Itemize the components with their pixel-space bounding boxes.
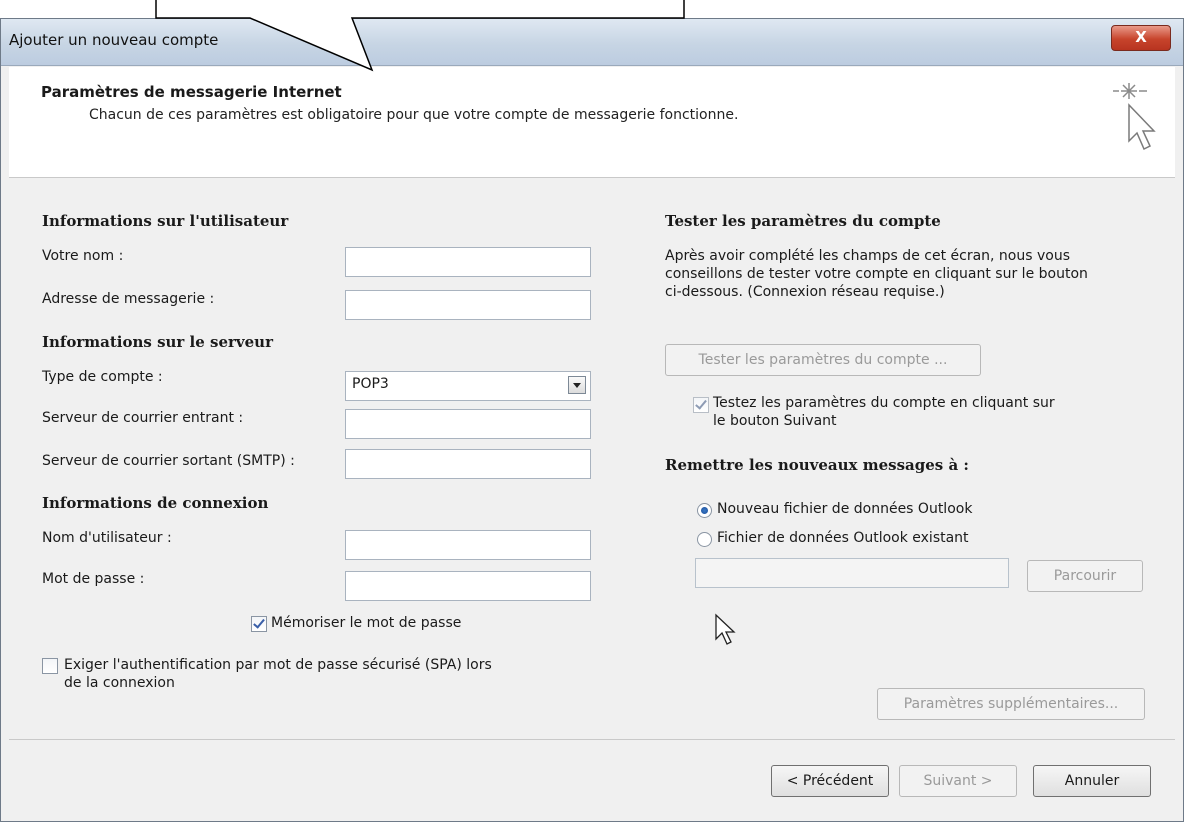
new-data-file-label: Nouveau fichier de données Outlook xyxy=(717,501,973,517)
username-field[interactable] xyxy=(345,530,591,560)
header-subtitle: Chacun de ces paramètres est obligatoire… xyxy=(89,107,739,123)
more-settings-button[interactable]: Paramètres supplémentaires... xyxy=(877,688,1145,720)
email-field[interactable] xyxy=(345,290,591,320)
test-desc-line3: ci-dessous. (Connexion réseau requise.) xyxy=(665,284,945,300)
dialog-window: Ajouter un nouveau compte X Paramètres d… xyxy=(0,18,1184,822)
deliver-heading: Remettre les nouveaux messages à : xyxy=(665,456,969,474)
user-info-heading: Informations sur l'utilisateur xyxy=(42,212,289,230)
outgoing-server-label: Serveur de courrier sortant (SMTP) : xyxy=(42,453,295,469)
auto-test-checkbox[interactable] xyxy=(693,397,709,413)
close-button[interactable]: X xyxy=(1111,25,1171,51)
outgoing-server-field[interactable] xyxy=(345,449,591,479)
login-info-heading: Informations de connexion xyxy=(42,494,269,512)
cancel-button[interactable]: Annuler xyxy=(1033,765,1151,797)
username-label: Nom d'utilisateur : xyxy=(42,530,172,546)
test-settings-heading: Tester les paramètres du compte xyxy=(665,212,941,230)
wizard-body: Informations sur l'utilisateur Votre nom… xyxy=(9,178,1175,738)
spa-label-line1: Exiger l'authentification par mot de pas… xyxy=(64,657,492,673)
cursor-sparkle-icon xyxy=(1113,83,1156,151)
remember-password-checkbox[interactable] xyxy=(251,616,267,632)
password-field[interactable] xyxy=(345,571,591,601)
existing-data-file-radio[interactable] xyxy=(697,532,712,547)
callout-speech-bubble xyxy=(155,0,685,72)
account-type-select[interactable]: POP3 xyxy=(345,371,591,401)
incoming-server-field[interactable] xyxy=(345,409,591,439)
mouse-pointer-icon xyxy=(715,613,736,645)
chevron-down-icon[interactable] xyxy=(568,376,586,394)
auto-test-label-line2: le bouton Suivant xyxy=(713,413,837,429)
wizard-header: Paramètres de messagerie Internet Chacun… xyxy=(9,67,1175,178)
account-type-value: POP3 xyxy=(352,376,389,392)
data-file-path-field[interactable] xyxy=(695,558,1009,588)
name-field[interactable] xyxy=(345,247,591,277)
footer-divider xyxy=(9,739,1175,740)
spa-label-line2: de la connexion xyxy=(64,675,175,691)
server-info-heading: Informations sur le serveur xyxy=(42,333,273,351)
next-button[interactable]: Suivant > xyxy=(899,765,1017,797)
account-type-label: Type de compte : xyxy=(42,369,163,385)
spa-checkbox[interactable] xyxy=(42,658,58,674)
auto-test-label-line1: Testez les paramètres du compte en cliqu… xyxy=(713,395,1055,411)
existing-data-file-label: Fichier de données Outlook existant xyxy=(717,530,969,546)
header-title: Paramètres de messagerie Internet xyxy=(41,83,342,101)
test-desc-line1: Après avoir complété les champs de cet é… xyxy=(665,248,1070,264)
test-desc-line2: conseillons de tester votre compte en cl… xyxy=(665,266,1088,282)
browse-button[interactable]: Parcourir xyxy=(1027,560,1143,592)
incoming-server-label: Serveur de courrier entrant : xyxy=(42,410,244,426)
test-account-settings-button[interactable]: Tester les paramètres du compte ... xyxy=(665,344,981,376)
remember-password-label: Mémoriser le mot de passe xyxy=(271,615,462,631)
new-data-file-radio[interactable] xyxy=(697,503,712,518)
name-label: Votre nom : xyxy=(42,248,124,264)
back-button[interactable]: < Précédent xyxy=(771,765,889,797)
password-label: Mot de passe : xyxy=(42,571,145,587)
email-label: Adresse de messagerie : xyxy=(42,291,215,307)
